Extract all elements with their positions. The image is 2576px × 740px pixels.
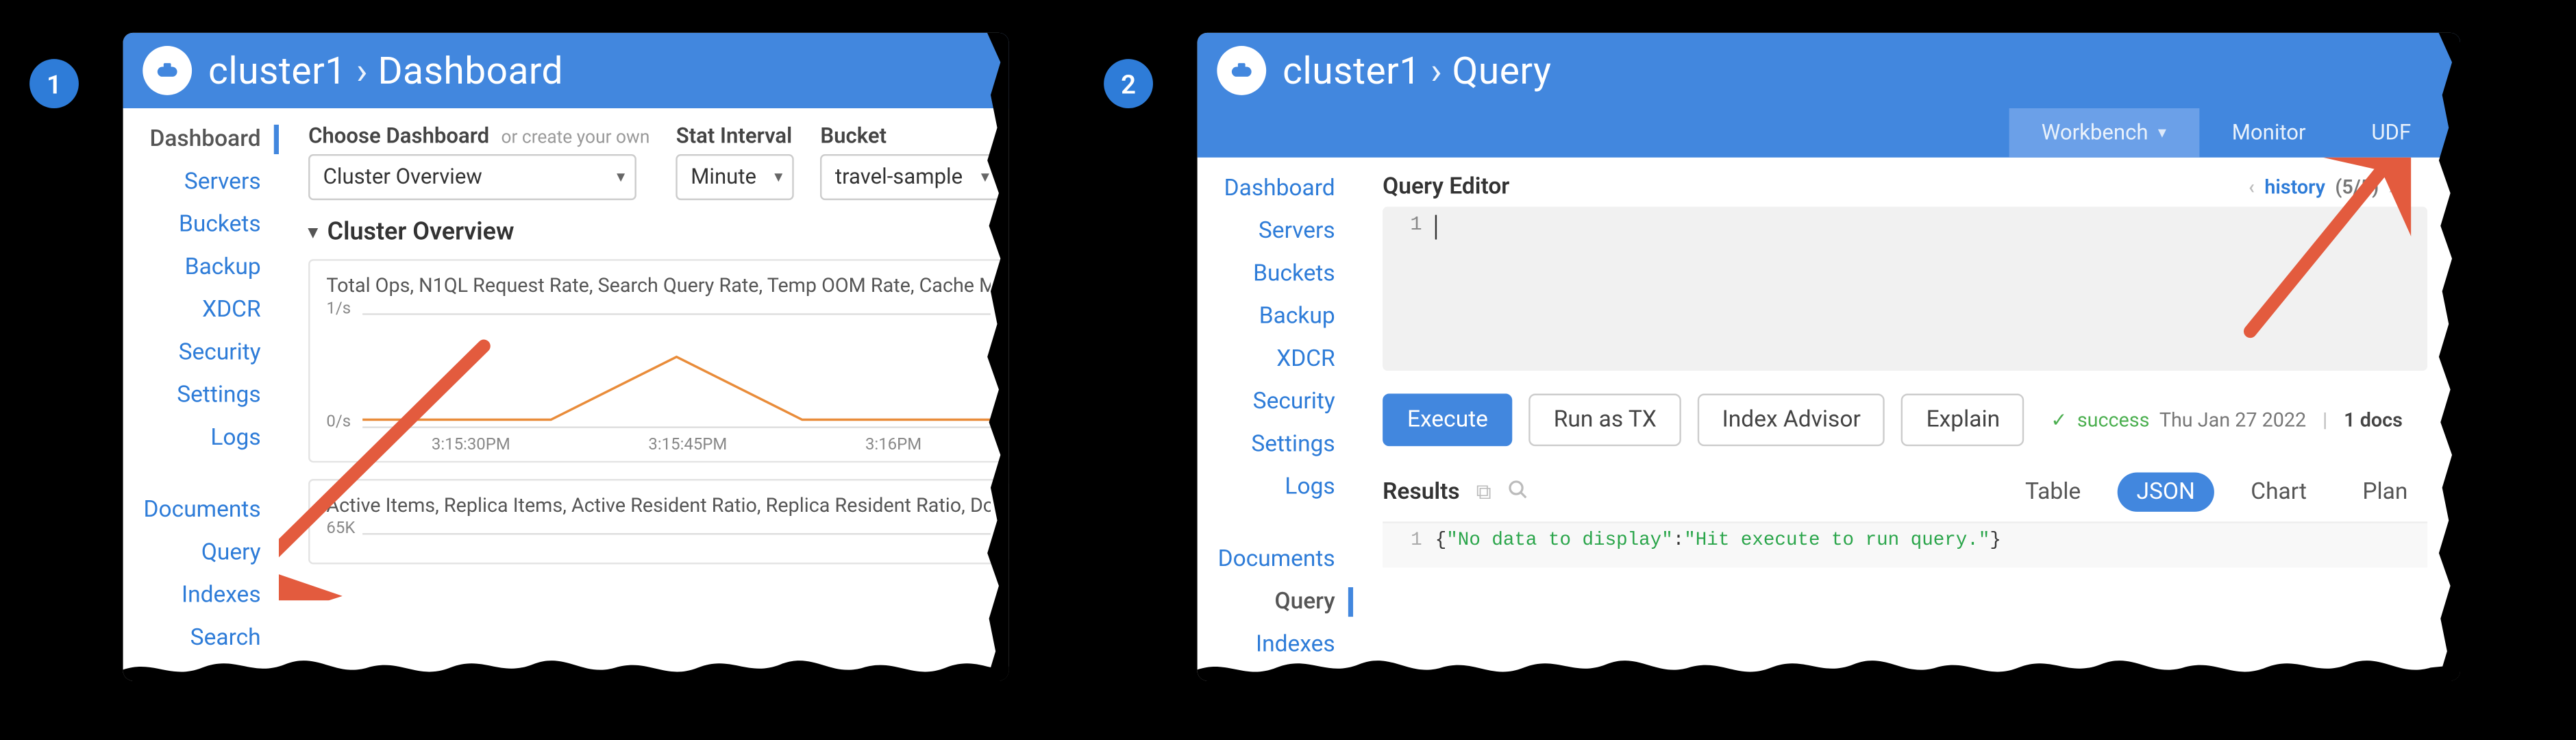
results-title: Results bbox=[1383, 479, 1459, 505]
sidebar-item-backup[interactable]: Backup bbox=[1198, 301, 1353, 331]
chart-plot bbox=[362, 304, 991, 423]
query-editor-title: Query Editor bbox=[1383, 174, 1509, 200]
step-badge-1: 1 bbox=[29, 59, 79, 108]
choose-dashboard-select[interactable]: Cluster Overview bbox=[308, 154, 636, 200]
sidebar-item-security[interactable]: Security bbox=[123, 338, 279, 367]
view-tab-plan[interactable]: Plan bbox=[2343, 472, 2428, 511]
sidebar-item-documents[interactable]: Documents bbox=[1198, 545, 1353, 574]
view-tab-table[interactable]: Table bbox=[2005, 472, 2101, 511]
sidebar-item-logs[interactable]: Logs bbox=[123, 423, 279, 453]
breadcrumb-separator-icon: › bbox=[356, 49, 368, 93]
stat-interval-select[interactable]: Minute bbox=[676, 154, 794, 200]
bucket-label: Bucket bbox=[820, 125, 1000, 149]
step-badge-2: 2 bbox=[1104, 59, 1153, 108]
sidebar-nav: Dashboard Servers Buckets Backup XDCR Se… bbox=[1198, 158, 1353, 681]
explain-button[interactable]: Explain bbox=[1902, 394, 2024, 447]
sidebar-item-documents[interactable]: Documents bbox=[123, 495, 279, 525]
sidebar-item-logs[interactable]: Logs bbox=[1198, 472, 1353, 502]
query-subtabs: Workbench▾ Monitor UDF bbox=[1198, 108, 2460, 158]
results-line-gutter: 1 bbox=[1383, 530, 1435, 560]
tab-workbench[interactable]: Workbench▾ bbox=[2009, 108, 2199, 158]
history-next-icon[interactable]: › bbox=[2389, 175, 2395, 199]
results-json-line: {"No data to display":"Hit execute to ru… bbox=[1435, 530, 2001, 560]
run-as-tx-button[interactable]: Run as TX bbox=[1529, 394, 1681, 447]
history-prev-icon[interactable]: ‹ bbox=[2249, 175, 2255, 199]
page-title: Dashboard bbox=[377, 49, 563, 93]
sidebar-item-security[interactable]: Security bbox=[1198, 387, 1353, 417]
choose-dashboard-label: Choose Dashboard or create your own bbox=[308, 125, 649, 149]
app-header: cluster1 › Query bbox=[1198, 33, 2460, 108]
y-tick-top: 65K bbox=[326, 520, 355, 538]
status-text: success bbox=[2077, 408, 2150, 432]
chart-active-items[interactable]: Active Items, Replica Items, Active Resi… bbox=[308, 479, 1008, 564]
view-tab-json[interactable]: JSON bbox=[2117, 472, 2215, 511]
text-cursor-icon bbox=[1435, 215, 1437, 240]
search-icon[interactable] bbox=[1508, 478, 1529, 506]
couchbase-logo-icon bbox=[143, 46, 192, 95]
history-count: (5/5) bbox=[2335, 175, 2379, 199]
x-ticks: 3:15:30PM 3:15:45PM 3:16PM bbox=[362, 436, 991, 454]
query-window: cluster1 › Query Workbench▾ Monitor UDF … bbox=[1198, 33, 2460, 681]
dashboard-window: cluster1 › Dashboard Dashboard Servers B… bbox=[123, 33, 1009, 681]
index-advisor-button[interactable]: Index Advisor bbox=[1698, 394, 1885, 447]
results-output[interactable]: 1 {"No data to display":"Hit execute to … bbox=[1383, 521, 2427, 567]
cluster-name[interactable]: cluster1 bbox=[1283, 49, 1421, 93]
y-tick-top: 1/s bbox=[326, 300, 351, 318]
check-icon: ✓ bbox=[2051, 408, 2067, 432]
sidebar-item-dashboard[interactable]: Dashboard bbox=[1198, 174, 1353, 204]
sidebar-item-servers[interactable]: Servers bbox=[1198, 217, 1353, 246]
couchbase-logo-icon bbox=[1217, 46, 1266, 95]
tab-udf[interactable]: UDF bbox=[2338, 108, 2444, 158]
sidebar-item-backup[interactable]: Backup bbox=[123, 253, 279, 282]
chart-total-ops[interactable]: Total Ops, N1QL Request Rate, Search Que… bbox=[308, 259, 1008, 463]
app-header: cluster1 › Dashboard bbox=[123, 33, 1009, 108]
chart-title: Total Ops, N1QL Request Rate, Search Que… bbox=[326, 274, 991, 297]
history-link[interactable]: history bbox=[2264, 175, 2325, 199]
chevron-down-icon: ▾ bbox=[2158, 124, 2166, 142]
bucket-select[interactable]: travel-sample bbox=[820, 154, 1000, 200]
view-tab-chart[interactable]: Chart bbox=[2231, 472, 2327, 511]
sidebar-item-search[interactable]: Search bbox=[123, 624, 279, 653]
status-docs: 1 docs bbox=[2344, 408, 2403, 432]
copy-icon[interactable]: ⧉ bbox=[1476, 480, 1491, 504]
sidebar-item-settings[interactable]: Settings bbox=[123, 380, 279, 410]
sidebar-item-query[interactable]: Query bbox=[1198, 587, 1353, 617]
query-status: ✓ success Thu Jan 27 2022 | 1 docs bbox=[2051, 408, 2403, 432]
dashboard-filters: Choose Dashboard or create your own Clus… bbox=[308, 125, 1008, 200]
status-date: Thu Jan 27 2022 bbox=[2159, 408, 2306, 432]
sidebar-item-indexes[interactable]: Indexes bbox=[123, 580, 279, 610]
sidebar-item-settings[interactable]: Settings bbox=[1198, 430, 1353, 459]
sidebar-item-servers[interactable]: Servers bbox=[123, 167, 279, 197]
sidebar-item-xdcr[interactable]: XDCR bbox=[1198, 345, 1353, 374]
execute-button[interactable]: Execute bbox=[1383, 394, 1513, 447]
sidebar-item-dashboard[interactable]: Dashboard bbox=[123, 125, 279, 154]
history-nav: ‹ history (5/5) › bbox=[2249, 175, 2394, 199]
sidebar-item-buckets[interactable]: Buckets bbox=[123, 210, 279, 239]
section-cluster-overview[interactable]: Cluster Overview bbox=[308, 217, 1008, 246]
sidebar-item-buckets[interactable]: Buckets bbox=[1198, 259, 1353, 288]
chart-title: Active Items, Replica Items, Active Resi… bbox=[326, 494, 991, 517]
y-tick-bottom: 0/s bbox=[326, 413, 351, 431]
query-editor-input[interactable]: 1 bbox=[1383, 207, 2427, 371]
cluster-name[interactable]: cluster1 bbox=[208, 49, 347, 93]
sidebar-item-indexes[interactable]: Indexes bbox=[1198, 630, 1353, 659]
breadcrumb-separator-icon: › bbox=[1431, 49, 1442, 93]
sidebar-item-query[interactable]: Query bbox=[123, 538, 279, 567]
stat-interval-label: Stat Interval bbox=[676, 125, 794, 149]
page-title: Query bbox=[1452, 49, 1552, 93]
editor-line-gutter: 1 bbox=[1383, 213, 1435, 364]
tab-monitor[interactable]: Monitor bbox=[2199, 108, 2339, 158]
sidebar-item-xdcr[interactable]: XDCR bbox=[123, 295, 279, 325]
sidebar-nav: Dashboard Servers Buckets Backup XDCR Se… bbox=[123, 108, 279, 681]
breadcrumb: cluster1 › Query bbox=[1283, 49, 1551, 93]
breadcrumb: cluster1 › Dashboard bbox=[208, 49, 563, 93]
create-own-link[interactable]: or create your own bbox=[501, 126, 649, 147]
